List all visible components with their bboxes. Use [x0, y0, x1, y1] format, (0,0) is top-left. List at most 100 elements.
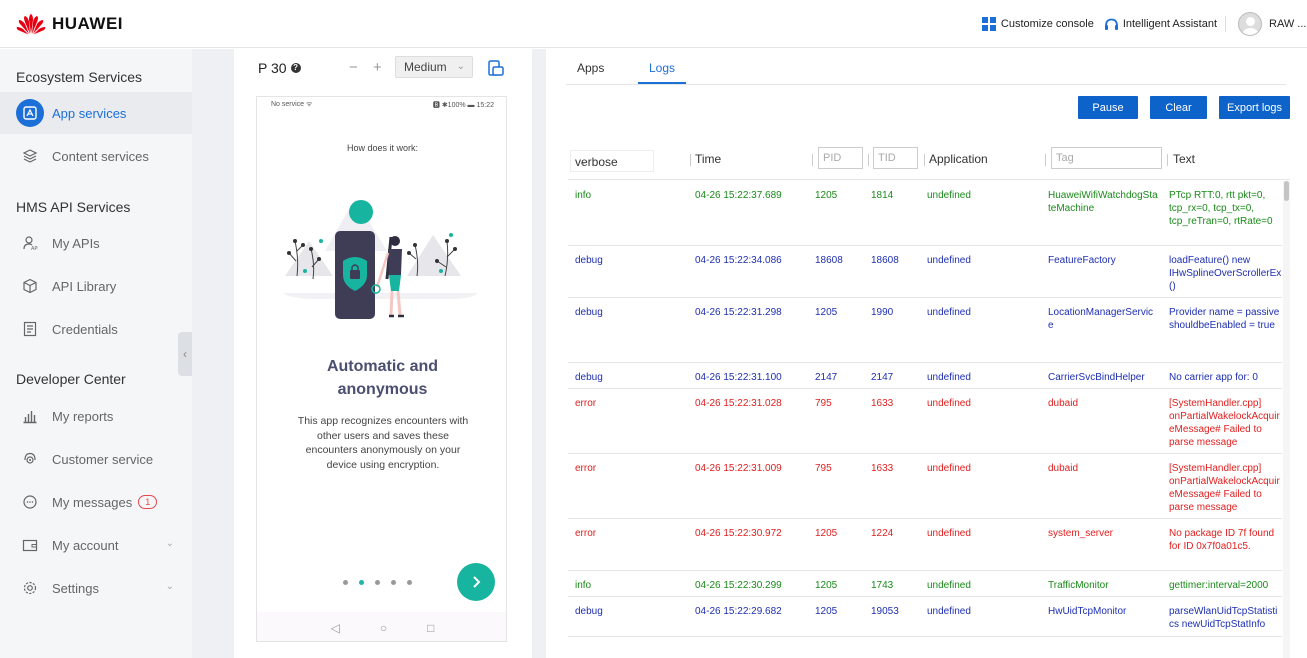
bar-chart-icon: [22, 408, 38, 424]
section-heading-hms: HMS API Services: [16, 199, 131, 215]
log-cell-tid: 2147: [871, 372, 894, 383]
sidebar-item-credentials[interactable]: Credentials: [0, 308, 192, 350]
log-row[interactable]: debug 04-26 15:22:29.682 1205 19053 undefine…: [568, 597, 1282, 637]
log-cell-text: PTcp RTT:0, rtt pkt=0, tcp_rx=0, tcp_tx=…: [1169, 190, 1273, 227]
page-dot[interactable]: [375, 580, 380, 585]
sidebar-item-content-services[interactable]: Content services: [0, 135, 192, 177]
log-row[interactable]: error 04-26 15:22:31.009 795 1633 undefined d…: [568, 454, 1282, 519]
log-row[interactable]: error 04-26 15:22:30.972 1205 1224 undefined…: [568, 519, 1282, 571]
zoom-out-button[interactable]: −: [349, 59, 358, 76]
column-separator: [690, 154, 691, 166]
phone-status-bar: No service ᯤ 🅱 ✱100% ▬ 15:22: [257, 97, 506, 111]
log-cell-tag: dubaid: [1048, 398, 1079, 409]
sidebar-item-customer-service[interactable]: Customer service: [0, 438, 192, 480]
log-cell-text: Provider name = passive shouldbeEnabled …: [1169, 307, 1280, 331]
scrollbar-thumb[interactable]: [1284, 181, 1289, 201]
sidebar-item-label: Content services: [52, 148, 149, 164]
chevron-down-icon[interactable]: ⌄: [166, 581, 174, 592]
log-cell-text: parseWlanUidTcpStatistics newUidTcpStatI…: [1169, 606, 1278, 630]
log-cell-time: 04-26 15:22:31.009: [695, 463, 782, 474]
log-cell-time: 04-26 15:22:30.299: [695, 580, 782, 591]
log-cell-pid: 1205: [815, 307, 838, 318]
sidebar-item-label: API Library: [52, 278, 117, 294]
sidebar-item-api-library[interactable]: API Library: [0, 265, 192, 307]
log-cell-tag: HuaweiWifiWatchdogStateMachine: [1048, 190, 1158, 214]
page-dot[interactable]: [407, 580, 412, 585]
page-dot[interactable]: [343, 580, 348, 585]
log-cell-app: undefined: [927, 463, 971, 474]
log-row[interactable]: error 04-26 15:22:31.028 795 1633 undefined d…: [568, 389, 1282, 454]
log-cell-app: undefined: [927, 372, 971, 383]
log-cell-level: info: [575, 190, 592, 201]
layers-icon: [22, 148, 38, 164]
rotate-icon[interactable]: [487, 59, 505, 77]
sidebar-item-my-reports[interactable]: My reports: [0, 395, 192, 437]
pid-filter-input[interactable]: PID: [818, 147, 863, 169]
clear-button[interactable]: Clear: [1150, 96, 1207, 119]
user-api-icon: API: [22, 235, 38, 251]
gear-icon: [22, 580, 38, 596]
log-cell-text: No package ID 7f found for ID 0x7f0a01c5…: [1169, 528, 1275, 552]
log-row[interactable]: info 04-26 15:22:30.299 1205 1743 undefined T…: [568, 571, 1282, 597]
column-separator: [1167, 154, 1168, 166]
intelligent-assistant-link[interactable]: Intelligent Assistant: [1104, 18, 1217, 31]
log-row[interactable]: info 04-26 15:22:37.689 1205 1814 undefined H…: [568, 181, 1282, 246]
log-cell-text: No carrier app for: 0: [1169, 372, 1258, 383]
log-cell-text: [SystemHandler.cpp] onPartialWakelockAcq…: [1169, 463, 1280, 513]
tab-apps[interactable]: Apps: [577, 61, 604, 75]
sidebar-item-label: My reports: [52, 408, 114, 424]
chevron-left-icon: ‹: [183, 347, 187, 361]
tid-filter-input[interactable]: TID: [873, 147, 918, 169]
page-dot[interactable]: [391, 580, 396, 585]
log-cell-tag: LocationManagerService: [1048, 307, 1154, 331]
log-cell-pid: 18608: [815, 255, 843, 266]
log-row[interactable]: debug 04-26 15:22:31.298 1205 1990 undefined…: [568, 298, 1282, 363]
sidebar-item-label: My APIs: [52, 235, 100, 251]
user-avatar[interactable]: [1238, 12, 1262, 36]
user-name[interactable]: RAW ...: [1269, 18, 1307, 30]
document-icon: [22, 321, 38, 337]
chevron-down-icon[interactable]: ⌄: [166, 538, 174, 549]
sidebar-item-my-apis[interactable]: API My APIs: [0, 222, 192, 264]
log-scrollbar[interactable]: [1283, 181, 1290, 658]
log-row[interactable]: debug 04-26 15:22:31.100 2147 2147 undefined…: [568, 363, 1282, 389]
customize-console-link[interactable]: Customize console: [981, 16, 1094, 32]
tag-filter-input[interactable]: Tag: [1051, 147, 1162, 169]
sidebar-item-label: Settings: [52, 580, 99, 596]
logs-panel: Apps Logs Pause Clear Export logs ⌄ verb…: [546, 49, 1307, 658]
collapse-sidebar-button[interactable]: ‹: [178, 332, 192, 376]
zoom-in-button[interactable]: +: [373, 59, 382, 76]
huawei-logo[interactable]: HUAWEI: [16, 13, 123, 35]
log-table-header: ⌄ verbose Time PID TID Application Tag T…: [568, 138, 1290, 180]
screen-size-select[interactable]: Medium ⌄: [395, 56, 473, 78]
sidebar-item-my-account[interactable]: My account ⌄: [0, 524, 192, 566]
page-dot-active[interactable]: [359, 580, 364, 585]
column-separator: [924, 154, 925, 166]
export-logs-button[interactable]: Export logs: [1219, 96, 1290, 119]
column-time: Time: [695, 152, 722, 166]
section-heading-ecosystem: Ecosystem Services: [16, 69, 143, 85]
sidebar-item-app-services[interactable]: App services: [0, 92, 192, 134]
log-cell-level: debug: [575, 255, 603, 266]
log-cell-app: undefined: [927, 398, 971, 409]
log-cell-app: undefined: [927, 190, 971, 201]
sidebar-item-my-messages[interactable]: My messages 1: [0, 481, 192, 523]
log-cell-time: 04-26 15:22:31.028: [695, 398, 782, 409]
back-icon[interactable]: ◁: [331, 621, 340, 635]
title-line-2: anonymous: [337, 381, 428, 398]
home-icon[interactable]: ○: [380, 621, 387, 635]
brand-name: HUAWEI: [52, 14, 123, 33]
sidebar-item-settings[interactable]: Settings ⌄: [0, 567, 192, 609]
help-icon[interactable]: ?: [290, 63, 301, 73]
log-row[interactable]: debug 04-26 15:22:34.086 18608 18608 undefin…: [568, 246, 1282, 298]
log-cell-tid: 1224: [871, 528, 894, 539]
cube-icon: [22, 278, 38, 294]
next-button[interactable]: [457, 563, 495, 601]
log-cell-tid: 1633: [871, 398, 894, 409]
log-cell-level: debug: [575, 307, 603, 318]
recents-icon[interactable]: □: [427, 621, 434, 635]
tab-logs[interactable]: Logs: [649, 61, 675, 75]
log-table: ⌄ verbose Time PID TID Application Tag T…: [568, 138, 1290, 658]
log-level-select[interactable]: ⌄ verbose: [570, 150, 654, 172]
pause-button[interactable]: Pause: [1078, 96, 1138, 119]
